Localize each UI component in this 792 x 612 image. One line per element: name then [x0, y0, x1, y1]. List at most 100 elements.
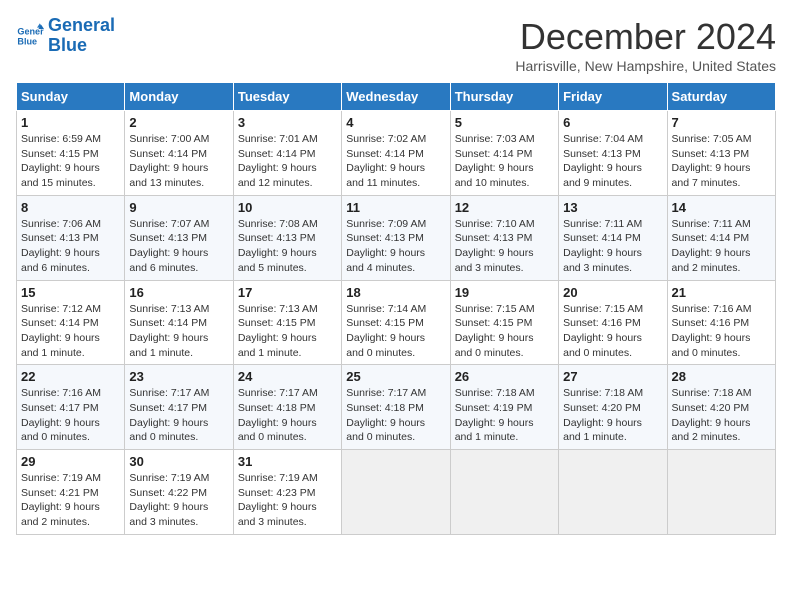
column-header-saturday: Saturday: [667, 83, 775, 111]
calendar-cell: 31 Sunrise: 7:19 AMSunset: 4:23 PMDayligh…: [233, 450, 341, 535]
day-info: Sunrise: 6:59 AMSunset: 4:15 PMDaylight:…: [21, 132, 120, 191]
calendar-cell: 14Sunrise: 7:11 AMSunset: 4:14 PMDayligh…: [667, 195, 775, 280]
day-number: 3: [238, 115, 337, 130]
day-number: 2: [129, 115, 228, 130]
day-number: 1: [21, 115, 120, 130]
calendar-cell: 20 Sunrise: 7:15 AMSunset: 4:16 PMDayligh…: [559, 280, 667, 365]
day-number: 7: [672, 115, 771, 130]
day-info: Sunrise: 7:13 AMSunset: 4:15 PMDaylight:…: [238, 302, 337, 361]
calendar-cell: 24 Sunrise: 7:17 AMSunset: 4:18 PMDayligh…: [233, 365, 341, 450]
day-number: 12: [455, 200, 554, 215]
day-info: Sunrise: 7:08 AMSunset: 4:13 PMDaylight:…: [238, 217, 337, 276]
day-number: 21: [672, 285, 771, 300]
calendar-cell: 29 Sunrise: 7:19 AMSunset: 4:21 PMDayligh…: [17, 450, 125, 535]
day-info: Sunrise: 7:14 AMSunset: 4:15 PMDaylight:…: [346, 302, 445, 361]
column-header-wednesday: Wednesday: [342, 83, 450, 111]
calendar-cell: [450, 450, 558, 535]
day-info: Sunrise: 7:19 AMSunset: 4:23 PMDaylight:…: [238, 471, 337, 530]
title-area: December 2024 Harrisville, New Hampshire…: [515, 16, 776, 74]
calendar-cell: 9 Sunrise: 7:07 AMSunset: 4:13 PMDaylight…: [125, 195, 233, 280]
calendar-cell: 26 Sunrise: 7:18 AMSunset: 4:19 PMDayligh…: [450, 365, 558, 450]
day-number: 5: [455, 115, 554, 130]
calendar-week-5: 29 Sunrise: 7:19 AMSunset: 4:21 PMDayligh…: [17, 450, 776, 535]
calendar-cell: [559, 450, 667, 535]
calendar-cell: 5 Sunrise: 7:03 AMSunset: 4:14 PMDaylight…: [450, 111, 558, 196]
day-number: 6: [563, 115, 662, 130]
column-header-friday: Friday: [559, 83, 667, 111]
day-number: 23: [129, 369, 228, 384]
calendar-cell: 1 Sunrise: 6:59 AMSunset: 4:15 PMDaylight…: [17, 111, 125, 196]
day-number: 4: [346, 115, 445, 130]
calendar-cell: 13 Sunrise: 7:11 AMSunset: 4:14 PMDayligh…: [559, 195, 667, 280]
calendar-cell: 19 Sunrise: 7:15 AMSunset: 4:15 PMDayligh…: [450, 280, 558, 365]
day-number: 13: [563, 200, 662, 215]
day-info: Sunrise: 7:04 AMSunset: 4:13 PMDaylight:…: [563, 132, 662, 191]
day-number: 31: [238, 454, 337, 469]
day-info: Sunrise: 7:16 AMSunset: 4:16 PMDaylight:…: [672, 302, 771, 361]
calendar-subtitle: Harrisville, New Hampshire, United State…: [515, 58, 776, 74]
calendar-cell: 4Sunrise: 7:02 AMSunset: 4:14 PMDaylight…: [342, 111, 450, 196]
column-header-tuesday: Tuesday: [233, 83, 341, 111]
day-info: Sunrise: 7:07 AMSunset: 4:13 PMDaylight:…: [129, 217, 228, 276]
calendar-week-2: 8 Sunrise: 7:06 AMSunset: 4:13 PMDaylight…: [17, 195, 776, 280]
day-info: Sunrise: 7:16 AMSunset: 4:17 PMDaylight:…: [21, 386, 120, 445]
day-number: 24: [238, 369, 337, 384]
calendar-cell: 8 Sunrise: 7:06 AMSunset: 4:13 PMDaylight…: [17, 195, 125, 280]
calendar-header-row: SundayMondayTuesdayWednesdayThursdayFrid…: [17, 83, 776, 111]
day-info: Sunrise: 7:18 AMSunset: 4:20 PMDaylight:…: [672, 386, 771, 445]
calendar-cell: 15 Sunrise: 7:12 AMSunset: 4:14 PMDayligh…: [17, 280, 125, 365]
day-number: 22: [21, 369, 120, 384]
day-info: Sunrise: 7:00 AMSunset: 4:14 PMDaylight:…: [129, 132, 228, 191]
day-info: Sunrise: 7:17 AMSunset: 4:18 PMDaylight:…: [238, 386, 337, 445]
day-info: Sunrise: 7:18 AMSunset: 4:20 PMDaylight:…: [563, 386, 662, 445]
calendar-cell: 30Sunrise: 7:19 AMSunset: 4:22 PMDayligh…: [125, 450, 233, 535]
calendar-cell: 7 Sunrise: 7:05 AMSunset: 4:13 PMDaylight…: [667, 111, 775, 196]
day-info: Sunrise: 7:09 AMSunset: 4:13 PMDaylight:…: [346, 217, 445, 276]
day-info: Sunrise: 7:19 AMSunset: 4:22 PMDaylight:…: [129, 471, 228, 530]
day-info: Sunrise: 7:03 AMSunset: 4:14 PMDaylight:…: [455, 132, 554, 191]
day-number: 29: [21, 454, 120, 469]
calendar-title: December 2024: [515, 16, 776, 58]
calendar-cell: [342, 450, 450, 535]
day-number: 11: [346, 200, 445, 215]
calendar-cell: 23 Sunrise: 7:17 AMSunset: 4:17 PMDayligh…: [125, 365, 233, 450]
day-info: Sunrise: 7:11 AMSunset: 4:14 PMDaylight:…: [563, 217, 662, 276]
day-info: Sunrise: 7:15 AMSunset: 4:16 PMDaylight:…: [563, 302, 662, 361]
day-number: 16: [129, 285, 228, 300]
logo-icon: General Blue: [16, 22, 44, 50]
calendar-cell: 22 Sunrise: 7:16 AMSunset: 4:17 PMDayligh…: [17, 365, 125, 450]
calendar-table: SundayMondayTuesdayWednesdayThursdayFrid…: [16, 82, 776, 535]
day-number: 18: [346, 285, 445, 300]
calendar-cell: 27Sunrise: 7:18 AMSunset: 4:20 PMDayligh…: [559, 365, 667, 450]
day-info: Sunrise: 7:15 AMSunset: 4:15 PMDaylight:…: [455, 302, 554, 361]
day-info: Sunrise: 7:17 AMSunset: 4:18 PMDaylight:…: [346, 386, 445, 445]
day-info: Sunrise: 7:13 AMSunset: 4:14 PMDaylight:…: [129, 302, 228, 361]
day-number: 8: [21, 200, 120, 215]
calendar-cell: 2 Sunrise: 7:00 AMSunset: 4:14 PMDaylight…: [125, 111, 233, 196]
day-number: 26: [455, 369, 554, 384]
calendar-cell: 16 Sunrise: 7:13 AMSunset: 4:14 PMDayligh…: [125, 280, 233, 365]
day-number: 19: [455, 285, 554, 300]
day-info: Sunrise: 7:18 AMSunset: 4:19 PMDaylight:…: [455, 386, 554, 445]
day-info: Sunrise: 7:12 AMSunset: 4:14 PMDaylight:…: [21, 302, 120, 361]
day-info: Sunrise: 7:01 AMSunset: 4:14 PMDaylight:…: [238, 132, 337, 191]
logo-text-line1: General: [48, 16, 115, 36]
header: General Blue General Blue December 2024 …: [16, 16, 776, 74]
calendar-cell: 28Sunrise: 7:18 AMSunset: 4:20 PMDayligh…: [667, 365, 775, 450]
calendar-body: 1 Sunrise: 6:59 AMSunset: 4:15 PMDaylight…: [17, 111, 776, 535]
day-number: 20: [563, 285, 662, 300]
calendar-cell: 10Sunrise: 7:08 AMSunset: 4:13 PMDayligh…: [233, 195, 341, 280]
logo: General Blue General Blue: [16, 16, 115, 56]
day-number: 9: [129, 200, 228, 215]
calendar-cell: 21 Sunrise: 7:16 AMSunset: 4:16 PMDayligh…: [667, 280, 775, 365]
day-number: 15: [21, 285, 120, 300]
day-info: Sunrise: 7:10 AMSunset: 4:13 PMDaylight:…: [455, 217, 554, 276]
calendar-cell: 6 Sunrise: 7:04 AMSunset: 4:13 PMDaylight…: [559, 111, 667, 196]
column-header-sunday: Sunday: [17, 83, 125, 111]
logo-text-line2: Blue: [48, 36, 115, 56]
day-info: Sunrise: 7:05 AMSunset: 4:13 PMDaylight:…: [672, 132, 771, 191]
day-info: Sunrise: 7:06 AMSunset: 4:13 PMDaylight:…: [21, 217, 120, 276]
day-info: Sunrise: 7:19 AMSunset: 4:21 PMDaylight:…: [21, 471, 120, 530]
calendar-cell: 11 Sunrise: 7:09 AMSunset: 4:13 PMDayligh…: [342, 195, 450, 280]
day-info: Sunrise: 7:17 AMSunset: 4:17 PMDaylight:…: [129, 386, 228, 445]
